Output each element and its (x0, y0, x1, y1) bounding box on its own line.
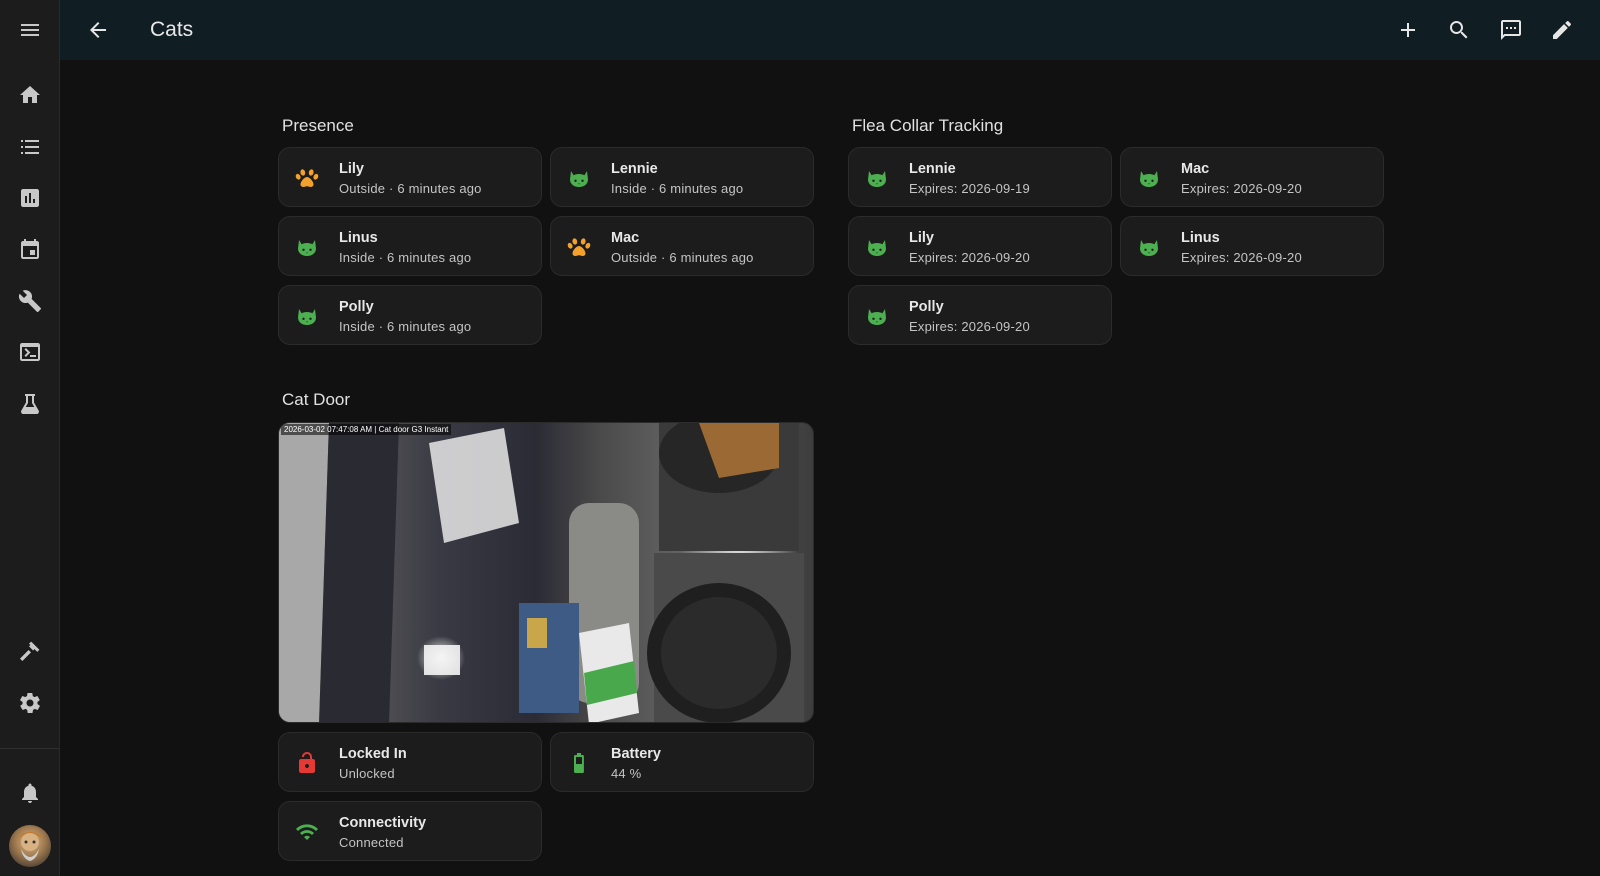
sidebar-item-history[interactable] (0, 174, 60, 222)
tile-name: Lily (339, 161, 364, 177)
page-title: Cats (150, 18, 194, 41)
tile-name: Linus (339, 230, 378, 246)
cat-icon (1137, 166, 1161, 190)
sidebar-divider (0, 748, 60, 749)
tile-locked-in[interactable]: Locked In Unlocked (278, 732, 542, 792)
sidebar (0, 0, 60, 876)
tile-state: Expires: 2026-09-20 (1181, 250, 1302, 265)
back-button[interactable] (74, 6, 122, 54)
wifi-icon (295, 820, 319, 844)
sidebar-item-terminal[interactable] (0, 328, 60, 376)
cat-icon (1137, 235, 1161, 259)
cat-icon (865, 304, 889, 328)
section-title-flea-collar: Flea Collar Tracking (852, 116, 1004, 135)
battery-icon (567, 751, 591, 775)
sidebar-item-logbook[interactable] (0, 123, 60, 171)
sidebar-item-developer-tools[interactable] (0, 627, 60, 675)
tile-flea-mac[interactable]: Mac Expires: 2026-09-20 (1120, 147, 1384, 207)
chart-icon (21, 189, 39, 207)
section-title-cat-door: Cat Door (282, 390, 351, 409)
tile-name: Mac (611, 230, 640, 246)
tile-state: Connected (339, 835, 404, 850)
tile-flea-polly[interactable]: Polly Expires: 2026-09-20 (848, 285, 1112, 345)
tile-flea-lennie[interactable]: Lennie Expires: 2026-09-19 (848, 147, 1112, 207)
camera-timestamp: 2026-03-02 07:47:08 AM | Cat door G3 Ins… (281, 424, 452, 435)
terminal-icon (20, 343, 40, 361)
tile-state: Outside · 6 minutes ago (339, 181, 482, 196)
tile-name: Mac (1181, 161, 1210, 177)
tile-presence-polly[interactable]: Polly Inside · 6 minutes ago (278, 285, 542, 345)
tile-state: Unlocked (339, 766, 395, 781)
tile-presence-linus[interactable]: Linus Inside · 6 minutes ago (278, 216, 542, 276)
assist-icon (1501, 20, 1521, 40)
tile-presence-lennie[interactable]: Lennie Inside · 6 minutes ago (550, 147, 814, 207)
tile-name: Connectivity (339, 815, 427, 831)
top-app-bar: Cats (60, 0, 1600, 60)
edit-dashboard-button[interactable] (1538, 6, 1586, 54)
tile-name: Linus (1181, 230, 1220, 246)
sidebar-item-developer[interactable] (0, 380, 60, 428)
tile-connectivity[interactable]: Connectivity Connected (278, 801, 542, 861)
avatar[interactable] (9, 825, 51, 867)
add-button[interactable] (1384, 6, 1432, 54)
sidebar-item-notifications[interactable] (0, 769, 60, 817)
tile-state: 44 % (611, 766, 642, 781)
cat-icon (865, 235, 889, 259)
home-icon (20, 86, 40, 103)
user-avatar-icon (18, 832, 42, 861)
cat-icon (567, 166, 591, 190)
tile-name: Polly (339, 299, 374, 315)
arrow-left-icon (90, 22, 106, 38)
paw-icon (567, 235, 591, 259)
tile-name: Lennie (611, 161, 658, 177)
tile-state: Expires: 2026-09-20 (1181, 181, 1302, 196)
assist-button[interactable] (1487, 6, 1535, 54)
tile-name: Battery (611, 746, 661, 762)
flask-icon (21, 394, 39, 414)
edit-icon (1553, 21, 1571, 39)
cat-icon (295, 235, 319, 259)
tile-flea-linus[interactable]: Linus Expires: 2026-09-20 (1120, 216, 1384, 276)
hammer-icon (20, 641, 40, 661)
menu-icon (21, 24, 39, 36)
wrench-icon (18, 290, 41, 312)
cat-icon (295, 304, 319, 328)
tile-name: Lennie (909, 161, 956, 177)
cat-icon (865, 166, 889, 190)
paw-icon (295, 166, 319, 190)
sidebar-item-overview[interactable] (0, 71, 60, 119)
search-button[interactable] (1435, 6, 1483, 54)
tile-state: Expires: 2026-09-19 (909, 181, 1030, 196)
tile-flea-lily[interactable]: Lily Expires: 2026-09-20 (848, 216, 1112, 276)
tile-state: Inside · 6 minutes ago (339, 250, 472, 265)
search-icon (1450, 21, 1468, 39)
sidebar-item-calendar[interactable] (0, 225, 60, 273)
sidebar-item-settings[interactable] (0, 679, 60, 727)
tile-presence-mac[interactable]: Mac Outside · 6 minutes ago (550, 216, 814, 276)
tile-state: Expires: 2026-09-20 (909, 250, 1030, 265)
tile-name: Lily (909, 230, 934, 246)
bell-icon (22, 783, 38, 803)
list-icon (21, 140, 39, 154)
tile-name: Locked In (339, 746, 407, 762)
sidebar-item-tools[interactable] (0, 277, 60, 325)
tile-state: Expires: 2026-09-20 (909, 319, 1030, 334)
tile-battery[interactable]: Battery 44 % (550, 732, 814, 792)
camera-feed[interactable]: 2026-03-02 07:47:08 AM | Cat door G3 Ins… (278, 422, 814, 723)
calendar-icon (21, 239, 39, 259)
lock-open-icon (295, 751, 319, 775)
tile-presence-lily[interactable]: Lily Outside · 6 minutes ago (278, 147, 542, 207)
add-icon (1401, 23, 1415, 37)
tile-state: Inside · 6 minutes ago (339, 319, 472, 334)
tile-state: Outside · 6 minutes ago (611, 250, 754, 265)
section-title-presence: Presence (282, 116, 354, 135)
menu-button[interactable] (0, 6, 60, 54)
camera-image (279, 423, 804, 722)
gear-icon (20, 693, 40, 713)
tile-name: Polly (909, 299, 944, 315)
tile-state: Inside · 6 minutes ago (611, 181, 744, 196)
